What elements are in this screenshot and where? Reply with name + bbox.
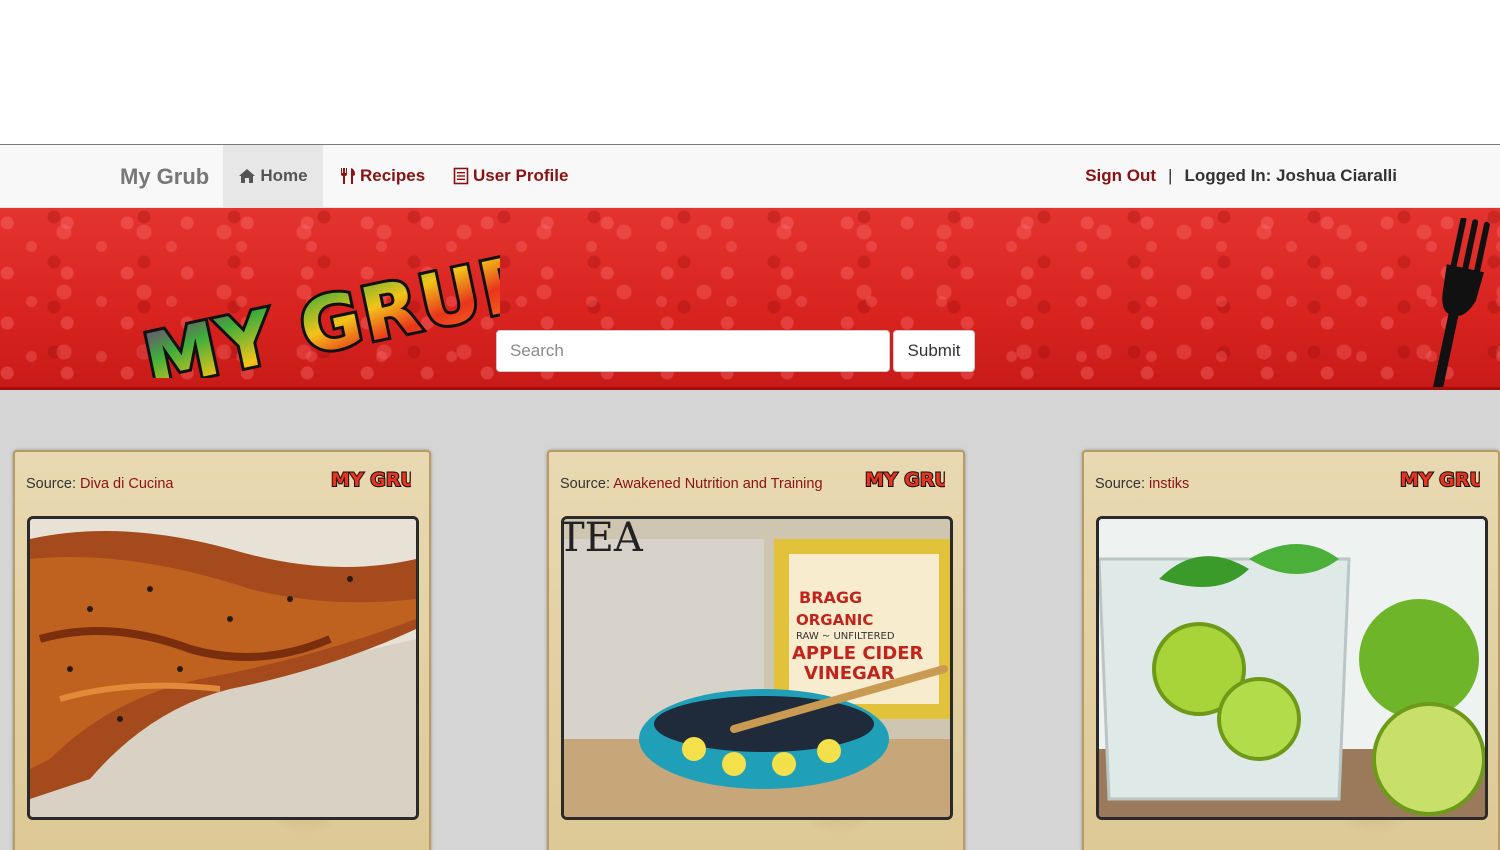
- list-alt-icon: [453, 167, 469, 185]
- svg-text:BRAGG: BRAGG: [799, 588, 862, 607]
- my-grub-mini-logo: MY GRUB: [863, 464, 965, 492]
- svg-text:ORGANIC: ORGANIC: [796, 611, 873, 629]
- recipe-photo[interactable]: TEA BRAGG ORGANIC RAW ~ UNFILTERED APPLE…: [561, 516, 953, 820]
- svg-text:MY GRUB: MY GRUB: [1400, 469, 1480, 491]
- nav-home[interactable]: Home: [223, 145, 323, 207]
- navbar-right: Sign Out | Logged In: Joshua Ciaralli: [1085, 145, 1397, 207]
- my-grub-logo[interactable]: MY GRUB: [120, 235, 550, 387]
- navbar-brand[interactable]: My Grub: [120, 145, 209, 208]
- recipe-card[interactable]: Source: instiks MY GRUB: [1082, 450, 1500, 850]
- source-link[interactable]: Awakened Nutrition and Training: [613, 476, 822, 492]
- logo-text: MY GRUB: [137, 238, 500, 378]
- recipe-grid: Source: Diva di Cucina MY GRUB Source:: [0, 390, 1500, 850]
- header-banner: MY GRUB Submit: [0, 208, 1500, 390]
- home-icon: [238, 168, 256, 184]
- svg-text:MY GRUB: MY GRUB: [331, 469, 411, 491]
- recipe-card[interactable]: Source: Awakened Nutrition and Training …: [547, 450, 965, 850]
- source-link[interactable]: Diva di Cucina: [80, 476, 174, 492]
- svg-text:TEA: TEA: [564, 519, 644, 561]
- cutlery-icon: [340, 167, 356, 185]
- fork-icon: [1410, 216, 1500, 387]
- nav-home-label: Home: [260, 166, 308, 185]
- sign-out-link[interactable]: Sign Out: [1085, 166, 1156, 186]
- card-source: Source: instiks: [1095, 476, 1189, 492]
- source-label: Source:: [560, 476, 610, 492]
- card-source: Source: Awakened Nutrition and Training: [560, 476, 823, 492]
- recipe-photo[interactable]: [1096, 516, 1488, 820]
- source-label: Source:: [26, 476, 76, 492]
- svg-text:APPLE CIDER: APPLE CIDER: [792, 643, 923, 664]
- search-input[interactable]: [496, 330, 890, 372]
- recipe-photo[interactable]: [27, 516, 419, 820]
- svg-text:VINEGAR: VINEGAR: [804, 663, 895, 684]
- recipe-card[interactable]: Source: Diva di Cucina MY GRUB: [13, 450, 431, 850]
- submit-button[interactable]: Submit: [893, 330, 975, 372]
- logged-in-user: Logged In: Joshua Ciaralli: [1184, 166, 1397, 185]
- source-link[interactable]: instiks: [1149, 476, 1189, 492]
- navbar: My Grub Home Recipes User Profile Sign O…: [0, 144, 1500, 208]
- source-label: Source:: [1095, 476, 1145, 492]
- nav-user-profile-label: User Profile: [473, 166, 569, 185]
- nav-recipes-label: Recipes: [360, 166, 426, 185]
- card-source: Source: Diva di Cucina: [26, 476, 174, 492]
- my-grub-mini-logo: MY GRUB: [329, 464, 431, 492]
- nav-recipes[interactable]: Recipes: [340, 145, 425, 207]
- top-whitespace: [0, 0, 1500, 144]
- nav-separator: |: [1168, 166, 1173, 185]
- nav-user-profile[interactable]: User Profile: [453, 145, 568, 207]
- my-grub-mini-logo: MY GRUB: [1398, 464, 1500, 492]
- svg-text:MY GRUB: MY GRUB: [865, 469, 945, 491]
- svg-text:RAW ~ UNFILTERED: RAW ~ UNFILTERED: [796, 631, 895, 642]
